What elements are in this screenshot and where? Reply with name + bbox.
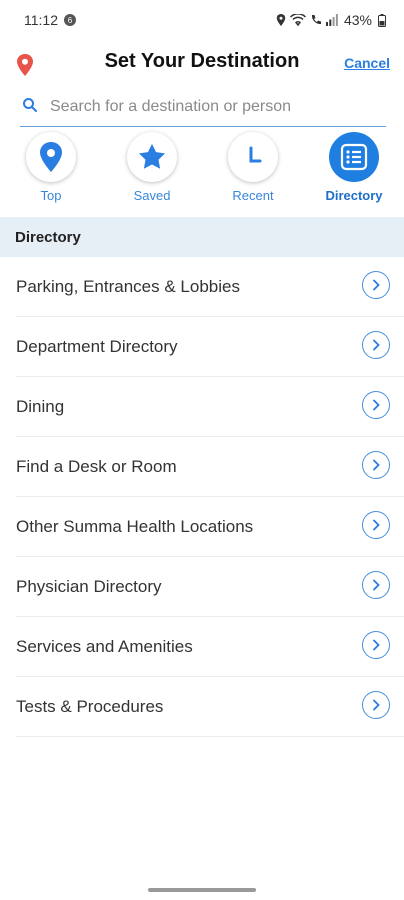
chevron-right-icon[interactable] [362,511,390,539]
chevron-right-icon[interactable] [362,451,390,479]
header: Set Your Destination Cancel [0,44,404,84]
section-header: Directory [0,217,404,257]
signal-icon [325,14,338,26]
tab-top-button[interactable] [26,132,76,182]
location-pin-icon [40,142,62,172]
list-item-label: Find a Desk or Room [16,456,177,476]
status-icons [276,14,338,26]
home-indicator[interactable] [148,888,256,892]
status-bar: 11:12 6 43% [0,0,404,40]
call-icon [311,15,321,25]
clock-icon [249,146,262,163]
tab-saved[interactable]: Saved [117,132,187,203]
status-left: 11:12 6 [24,12,76,28]
chevron-right-icon[interactable] [362,391,390,419]
list-item-label: Other Summa Health Locations [16,516,254,536]
tab-top[interactable]: Top [16,132,86,203]
search-icon [22,97,38,118]
battery-percent: 43% [343,12,372,28]
list-item-label: Physician Directory [16,576,162,596]
status-right: 43% [276,12,386,28]
list-item[interactable]: Parking, Entrances & Lobbies [16,257,404,317]
section-title: Directory [15,228,81,246]
directory-list: Parking, Entrances & Lobbies Department … [0,257,404,737]
tab-bar: Top Saved Recent Directory [0,132,404,212]
tab-directory[interactable]: Directory [319,132,389,203]
list-item-label: Dining [16,396,65,416]
list-icon [340,143,368,171]
list-item-label: Parking, Entrances & Lobbies [16,276,240,296]
list-item[interactable]: Find a Desk or Room [16,437,404,497]
list-item[interactable]: Other Summa Health Locations [16,497,404,557]
tab-recent-button[interactable] [228,132,278,182]
list-item-label: Services and Amenities [16,636,193,656]
tab-directory-label: Directory [325,188,383,203]
tab-directory-button[interactable] [329,132,379,182]
chevron-right-icon[interactable] [362,571,390,599]
star-icon [139,143,165,169]
cancel-button[interactable]: Cancel [344,55,390,71]
notification-badge: 6 [64,14,76,26]
list-item-label: Department Directory [16,336,178,356]
status-time: 11:12 [24,12,58,28]
tab-saved-button[interactable] [127,132,177,182]
tab-saved-label: Saved [133,188,171,203]
tab-recent[interactable]: Recent [218,132,288,203]
wifi-icon [289,14,306,26]
list-item[interactable]: Tests & Procedures [16,677,404,737]
chevron-right-icon[interactable] [362,271,390,299]
list-item-label: Tests & Procedures [16,696,164,716]
list-item[interactable]: Department Directory [16,317,404,377]
chevron-right-icon[interactable] [362,331,390,359]
search-bar [20,88,386,127]
chevron-right-icon[interactable] [362,631,390,659]
chevron-right-icon[interactable] [362,691,390,719]
tab-top-label: Top [40,188,62,203]
battery-icon [378,13,386,27]
search-input[interactable] [48,97,386,117]
list-item[interactable]: Physician Directory [16,557,404,617]
list-item[interactable]: Services and Amenities [16,617,404,677]
list-item[interactable]: Dining [16,377,404,437]
tab-recent-label: Recent [232,188,274,203]
location-status-icon [276,14,286,26]
